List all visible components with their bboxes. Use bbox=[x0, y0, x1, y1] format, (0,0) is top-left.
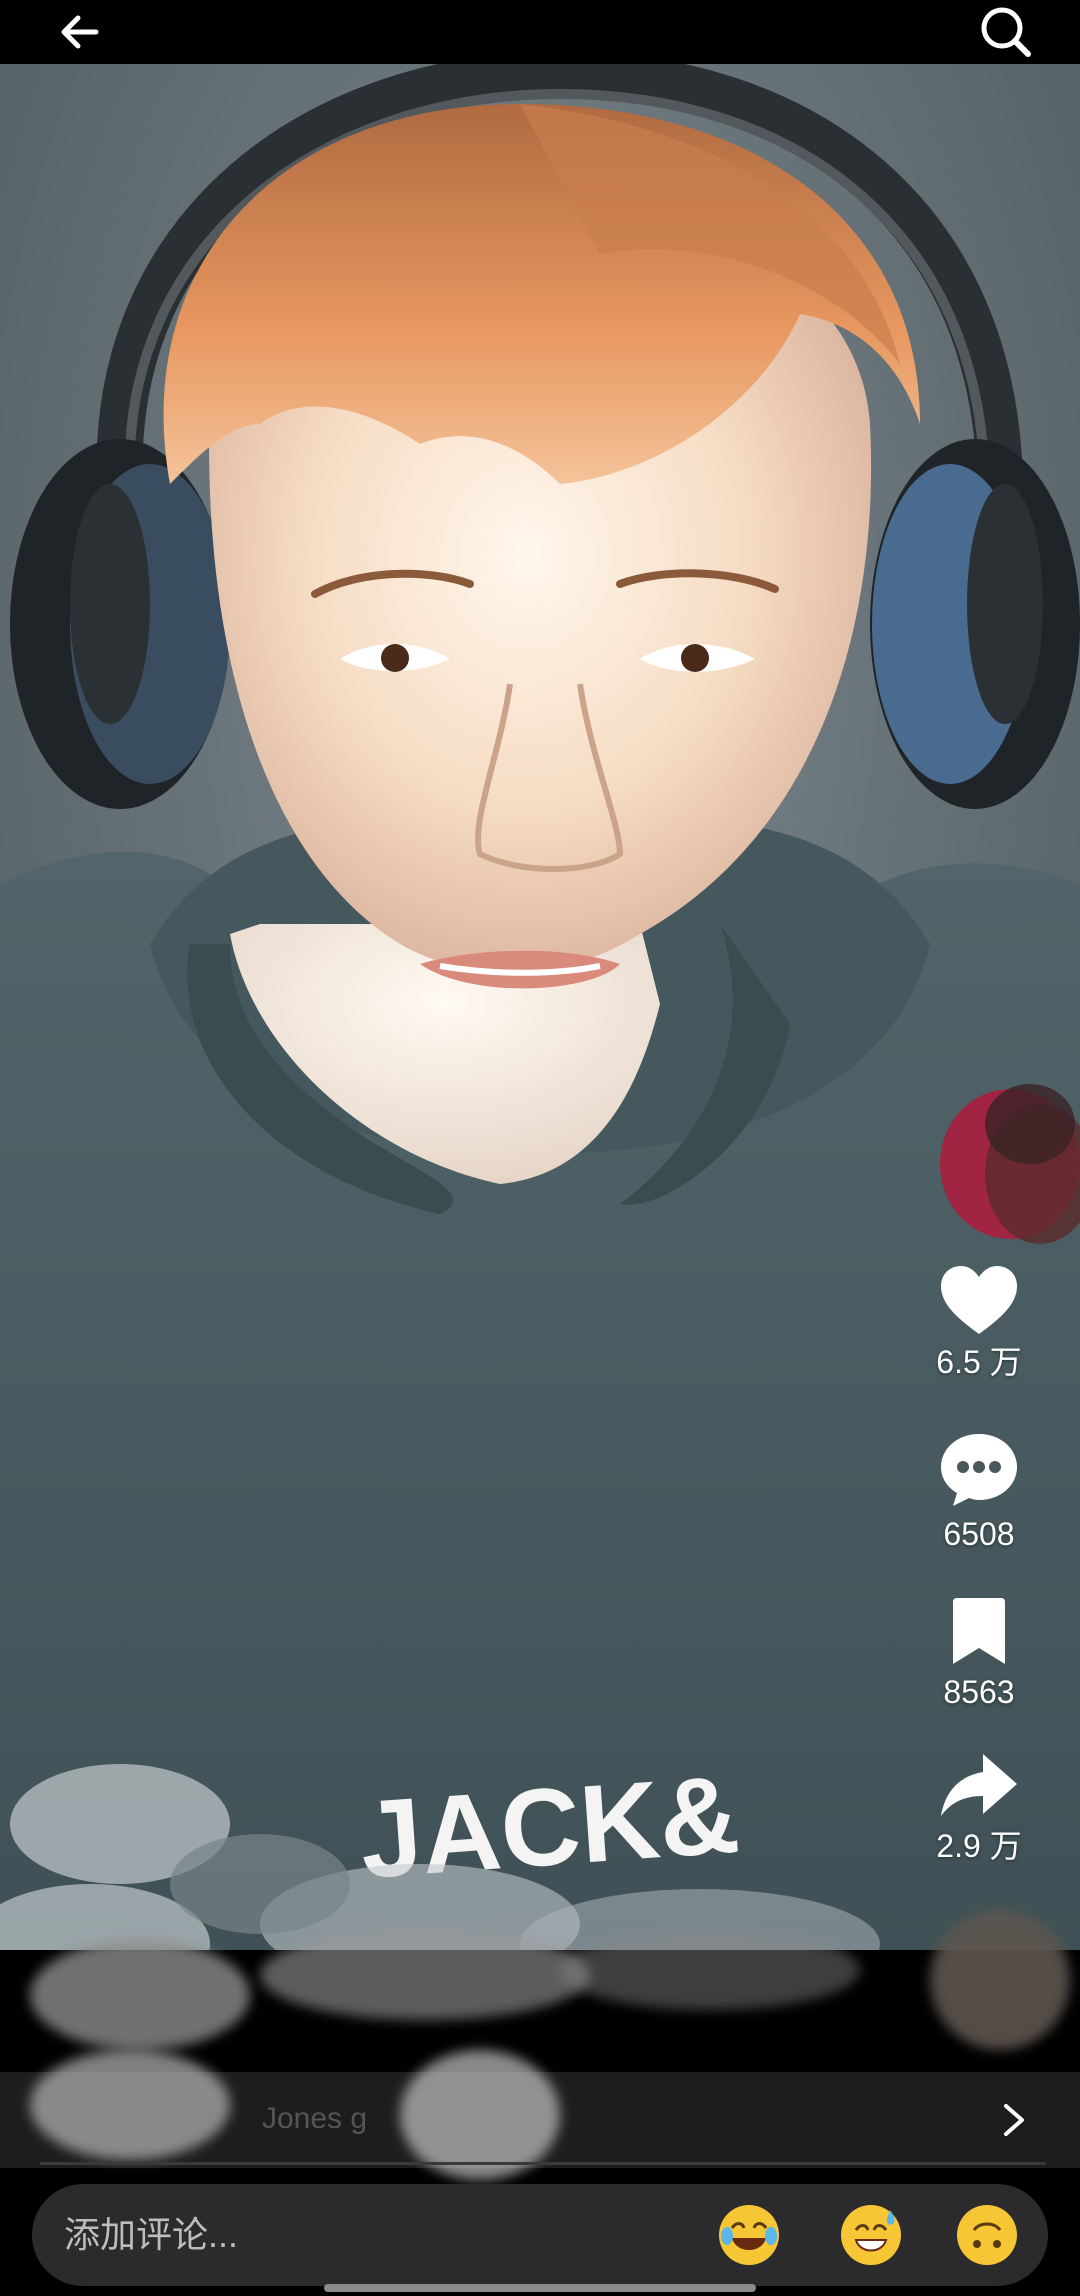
privacy-blur bbox=[30, 2050, 230, 2160]
comment-input[interactable]: 添加评论... bbox=[32, 2184, 1048, 2286]
search-icon bbox=[981, 7, 1031, 57]
video-player-screen: JACK& 6.5 万 6508 8563 2.9 万 Jones g 添加评论… bbox=[0, 0, 1080, 2296]
privacy-blur bbox=[400, 2050, 560, 2180]
heart-icon bbox=[941, 1266, 1017, 1334]
share-button[interactable]: 2.9 万 bbox=[894, 1750, 1064, 1864]
search-button[interactable] bbox=[966, 0, 1046, 64]
home-indicator bbox=[324, 2284, 756, 2292]
like-button[interactable]: 6.5 万 bbox=[894, 1262, 1064, 1380]
related-video-text: Jones g bbox=[262, 2102, 368, 2135]
emoji-upside-down-button[interactable] bbox=[954, 2202, 1020, 2268]
top-bar bbox=[0, 0, 1080, 64]
emoji-laugh-tears-button[interactable] bbox=[716, 2202, 782, 2268]
comment-placeholder: 添加评论... bbox=[64, 2214, 239, 2255]
favorite-button[interactable]: 8563 bbox=[894, 1596, 1064, 1710]
privacy-blur bbox=[930, 1910, 1070, 2050]
privacy-blur bbox=[560, 1930, 860, 2010]
progress-track[interactable] bbox=[40, 2162, 1046, 2165]
privacy-blur bbox=[30, 1940, 250, 2050]
like-count: 6.5 万 bbox=[936, 1344, 1022, 1380]
comment-count: 6508 bbox=[943, 1516, 1015, 1552]
privacy-blur bbox=[260, 1930, 590, 2020]
related-open-button[interactable] bbox=[984, 2090, 1044, 2150]
back-button[interactable] bbox=[40, 0, 120, 64]
share-arrow-icon bbox=[941, 1754, 1017, 1816]
chat-bubble-icon bbox=[941, 1434, 1017, 1506]
emoji-sweat-smile-button[interactable] bbox=[838, 2202, 904, 2268]
bookmark-icon bbox=[953, 1598, 1005, 1664]
share-count: 2.9 万 bbox=[936, 1828, 1022, 1864]
arrow-left-icon bbox=[61, 15, 99, 49]
chevron-right-icon bbox=[1004, 2104, 1024, 2136]
comment-button[interactable]: 6508 bbox=[894, 1430, 1064, 1552]
favorite-count: 8563 bbox=[943, 1674, 1015, 1710]
